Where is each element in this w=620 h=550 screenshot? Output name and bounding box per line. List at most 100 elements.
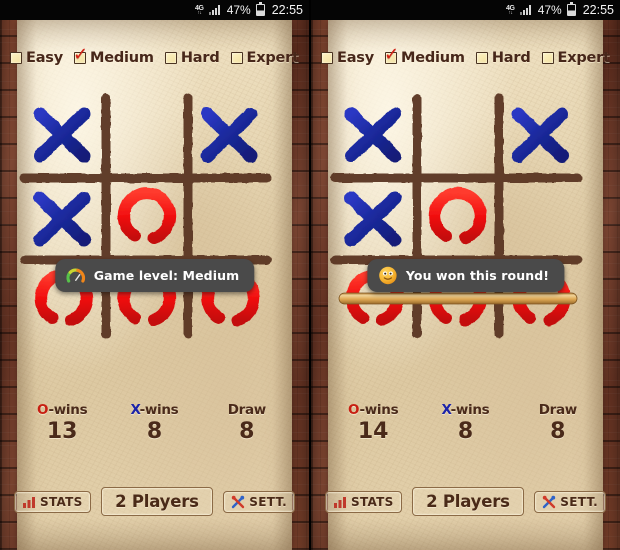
- score-suffix-x: -wins: [139, 402, 179, 418]
- score-value-o: 13: [46, 419, 78, 444]
- stats-button[interactable]: STATS: [14, 490, 91, 513]
- network-updown-label-right: ↑↓: [508, 9, 513, 16]
- tools-icon-right: [543, 495, 556, 508]
- difficulty-option-easy[interactable]: Easy: [10, 50, 63, 66]
- players-mode-label-right: 2 Players: [426, 492, 510, 511]
- settings-button-right[interactable]: SETT.: [534, 490, 606, 513]
- toast-text-right: You won this round!: [405, 268, 550, 283]
- score-draw-right: Draw 8: [512, 402, 604, 444]
- score-x-wins-right: X-wins 8: [419, 402, 511, 444]
- toast-message-left: Game level: Medium: [54, 259, 255, 292]
- signal-bars-icon: [208, 4, 222, 16]
- difficulty-label-easy-right: Easy: [337, 50, 374, 66]
- network-type-indicator-right: 4G ↑↓: [506, 5, 515, 16]
- score-o-wins-left: O-wins 13: [16, 402, 108, 444]
- bar-chart-icon: [23, 496, 35, 508]
- stats-button-label-right: STATS: [351, 494, 394, 509]
- score-prefix-x: X: [130, 402, 140, 418]
- battery-percent-label-right: 47%: [537, 3, 562, 17]
- difficulty-selector-left: Easy ✓ Medium Hard Expert: [10, 46, 303, 67]
- players-mode-button[interactable]: 2 Players: [101, 487, 213, 516]
- score-title-x: X-wins: [108, 402, 200, 418]
- score-o-wins-right: O-wins 14: [327, 402, 419, 444]
- difficulty-option-medium[interactable]: ✓ Medium: [73, 46, 154, 67]
- difficulty-option-expert-right[interactable]: Expert: [541, 50, 611, 66]
- score-title-o-right: O-wins: [327, 402, 419, 418]
- difficulty-label-hard: Hard: [180, 50, 220, 66]
- speedometer-icon: [65, 268, 85, 283]
- difficulty-option-hard-right[interactable]: Hard: [475, 50, 531, 66]
- smiley-icon: [378, 266, 397, 285]
- game-area: Easy ✓ Medium Hard Expert Game level: Me…: [0, 20, 309, 550]
- board-svg-right: [330, 93, 583, 339]
- bar-chart-icon-right: [334, 496, 346, 508]
- score-value-draw-right: 8: [550, 419, 566, 444]
- difficulty-label-expert: Expert: [246, 50, 300, 66]
- score-prefix-x-right: X: [441, 402, 451, 418]
- difficulty-option-medium-right[interactable]: ✓ Medium: [384, 46, 465, 67]
- checkmark-icon: ✓: [72, 44, 89, 65]
- checkbox-medium-right[interactable]: ✓: [384, 46, 399, 64]
- game-area-right: Easy ✓ Medium Hard Expert You won this r…: [311, 20, 620, 550]
- screenshot-panel-right: 4G ↑↓ 47% 22:55 Easy ✓ Medium Hard Exper…: [311, 0, 620, 550]
- stats-button-right[interactable]: STATS: [325, 490, 402, 513]
- difficulty-option-expert[interactable]: Expert: [230, 50, 300, 66]
- cell-0-0-x: [33, 107, 91, 163]
- score-suffix-draw: Draw: [227, 402, 267, 418]
- cell-1-0-x: [33, 191, 91, 247]
- score-title-draw: Draw: [201, 402, 293, 418]
- checkbox-expert-right[interactable]: [541, 52, 554, 64]
- toast-message-right: You won this round!: [366, 259, 565, 292]
- clock-label: 22:55: [271, 3, 303, 17]
- checkbox-hard-right[interactable]: [475, 52, 488, 64]
- checkbox-hard[interactable]: [164, 52, 177, 64]
- score-suffix-o: -wins: [48, 402, 88, 418]
- score-value-x-right: 8: [457, 419, 474, 444]
- checkbox-expert[interactable]: [230, 52, 243, 64]
- score-suffix-draw-right: Draw: [538, 402, 578, 418]
- status-bar-right: 4G ↑↓ 47% 22:55: [311, 0, 620, 20]
- score-board-right: O-wins 14 X-wins 8 Draw 8: [327, 402, 604, 444]
- cell-0-2-x: [200, 107, 258, 163]
- score-value-draw: 8: [239, 419, 255, 444]
- score-title-x-right: X-wins: [419, 402, 511, 418]
- difficulty-label-easy: Easy: [26, 50, 63, 66]
- score-board-left: O-wins 13 X-wins 8 Draw 8: [16, 402, 293, 444]
- network-updown-label: ↑↓: [197, 9, 202, 16]
- players-mode-button-right[interactable]: 2 Players: [412, 487, 524, 516]
- screenshot-panel-left: 4G ↑↓ 47% 22:55 Easy ✓ Medium Hard Exper…: [0, 0, 309, 550]
- difficulty-option-hard[interactable]: Hard: [164, 50, 220, 66]
- clock-label-right: 22:55: [582, 3, 614, 17]
- stats-button-label: STATS: [40, 494, 83, 509]
- score-title-draw-right: Draw: [512, 402, 604, 418]
- score-suffix-o-right: -wins: [359, 402, 399, 418]
- network-type-indicator: 4G ↑↓: [195, 5, 204, 16]
- difficulty-option-easy-right[interactable]: Easy: [321, 50, 374, 66]
- board-svg: [19, 93, 272, 339]
- cell-1-1-o-right: [428, 187, 487, 244]
- checkmark-icon-right: ✓: [383, 44, 400, 65]
- difficulty-selector-right: Easy ✓ Medium Hard Expert: [321, 46, 614, 67]
- cell-1-1-o: [117, 187, 176, 244]
- checkbox-easy-right[interactable]: [321, 52, 333, 64]
- difficulty-label-medium-right: Medium: [400, 50, 465, 66]
- battery-icon: [255, 2, 265, 16]
- cell-1-0-x-right: [344, 191, 402, 247]
- cell-0-0-x-right: [344, 107, 402, 163]
- checkbox-medium[interactable]: ✓: [73, 46, 88, 64]
- cell-0-2-x-right: [511, 107, 569, 163]
- bottom-button-row-right: STATS 2 Players SETT.: [325, 487, 606, 516]
- score-value-o-right: 14: [357, 419, 389, 444]
- tic-tac-toe-board-right[interactable]: [329, 90, 584, 342]
- checkbox-easy[interactable]: [10, 52, 22, 64]
- tic-tac-toe-board-left[interactable]: [18, 90, 273, 342]
- settings-button[interactable]: SETT.: [223, 490, 295, 513]
- score-draw-left: Draw 8: [201, 402, 293, 444]
- battery-icon-right: [566, 2, 576, 16]
- status-bar: 4G ↑↓ 47% 22:55: [0, 0, 309, 20]
- score-title-o: O-wins: [16, 402, 108, 418]
- score-value-x: 8: [146, 419, 163, 444]
- settings-button-label-right: SETT.: [560, 494, 598, 509]
- bottom-button-row-left: STATS 2 Players SETT.: [14, 487, 295, 516]
- difficulty-label-expert-right: Expert: [557, 50, 611, 66]
